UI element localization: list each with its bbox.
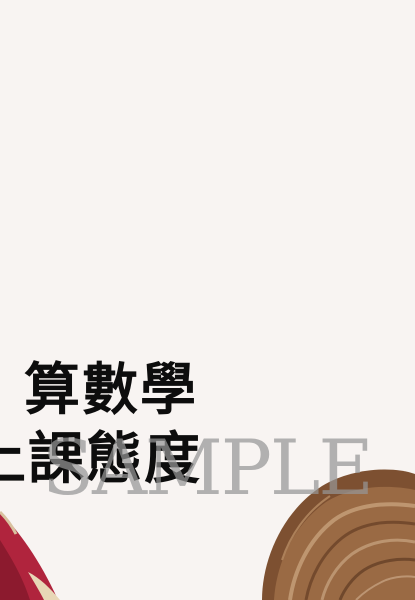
red-garment-fragment: [0, 510, 60, 600]
sample-watermark: SAMPLE: [42, 423, 374, 512]
title-line-1: 算數學: [24, 358, 198, 423]
poster-canvas: 算數學 上課態度 SAMPLE: [0, 0, 415, 600]
